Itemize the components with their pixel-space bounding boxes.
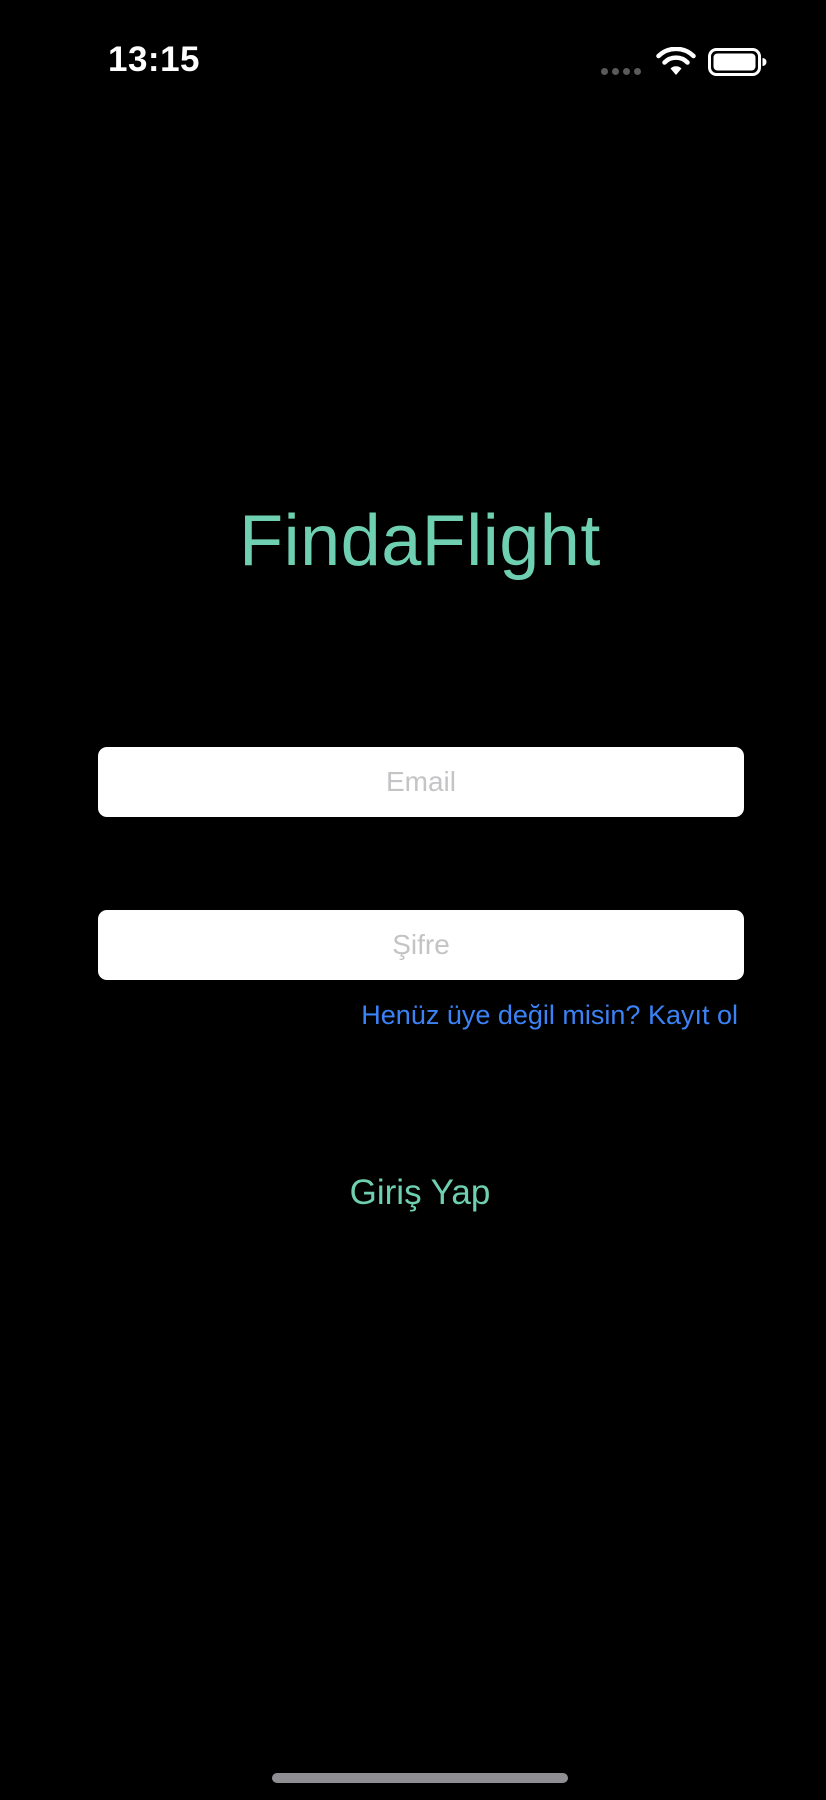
password-field[interactable] bbox=[98, 910, 744, 980]
login-button[interactable]: Giriş Yap bbox=[0, 1172, 826, 1214]
signup-link[interactable]: Henüz üye değil misin? Kayıt ol bbox=[361, 1000, 738, 1031]
wifi-icon bbox=[656, 47, 696, 75]
cellular-dots-icon bbox=[601, 68, 641, 75]
home-indicator[interactable] bbox=[272, 1773, 568, 1783]
email-field[interactable] bbox=[98, 747, 744, 817]
battery-icon bbox=[708, 48, 767, 76]
status-bar: 13:15 bbox=[0, 0, 826, 120]
status-time: 13:15 bbox=[108, 40, 201, 79]
app-title: FindaFlight bbox=[239, 501, 601, 581]
